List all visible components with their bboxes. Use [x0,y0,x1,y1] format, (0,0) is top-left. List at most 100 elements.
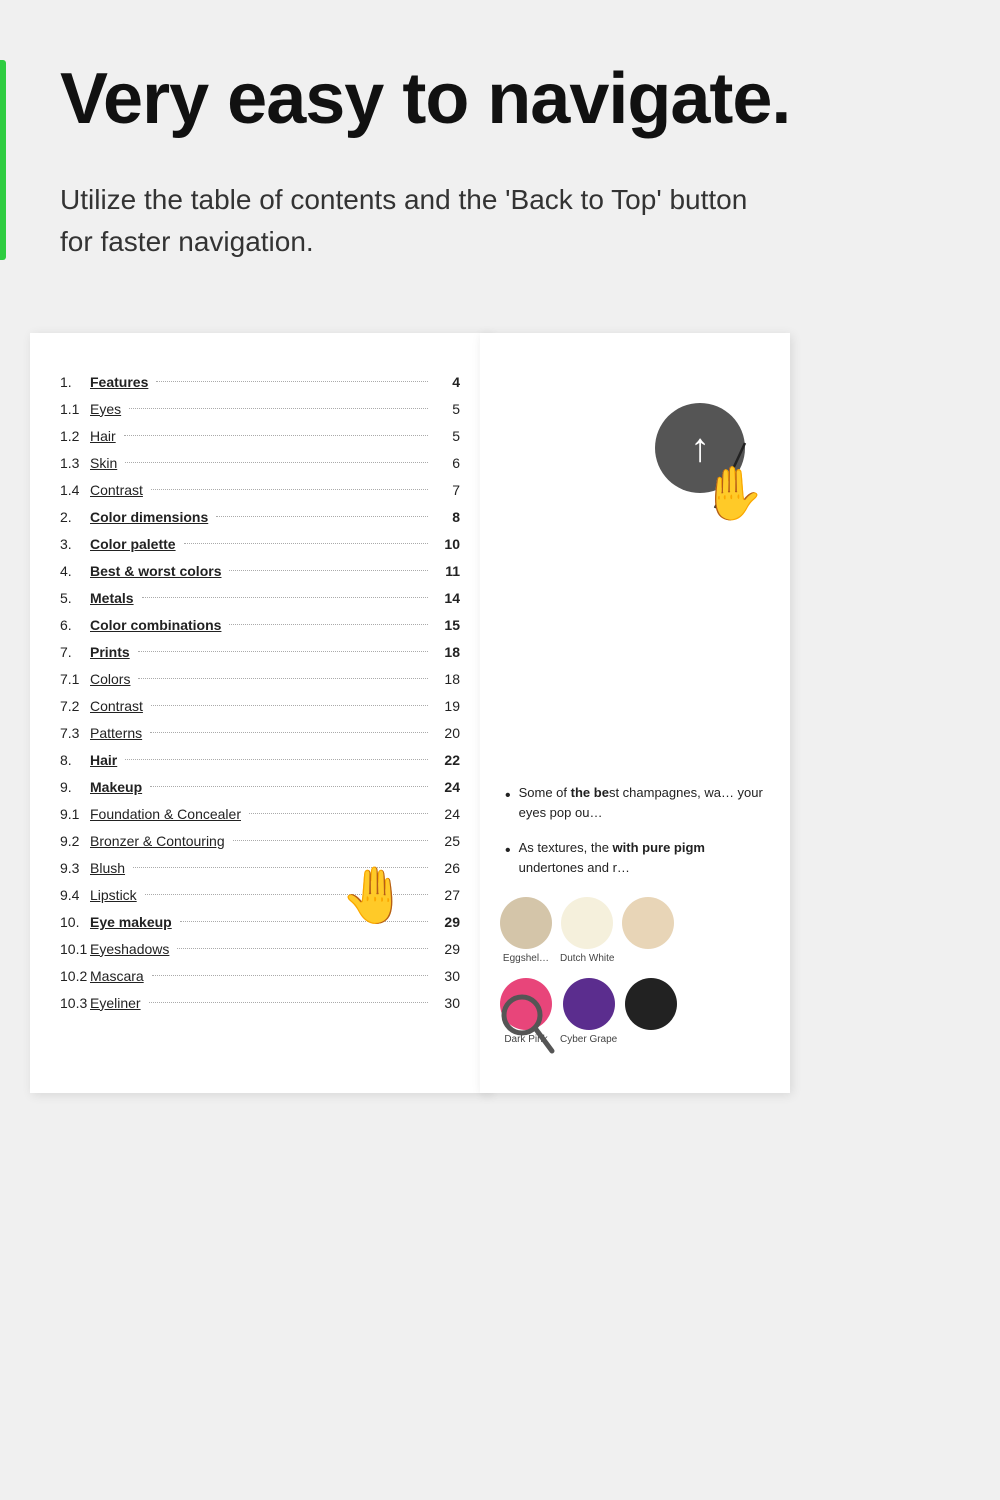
toc-title[interactable]: Color dimensions [90,509,208,525]
toc-page: 20 [436,725,460,741]
toc-title[interactable]: Features [90,374,148,390]
color-swatch [561,897,613,949]
toc-title[interactable]: Eyeshadows [90,941,169,957]
toc-row[interactable]: 10.1Eyeshadows 29 [60,935,460,962]
toc-page: 19 [436,698,460,714]
toc-row[interactable]: 7.1Colors18 [60,665,460,692]
bullet-dot-icon: • [505,784,511,822]
toc-dots [156,381,428,382]
toc-number: 3. [60,536,88,552]
toc-dots [177,948,428,949]
toc-title[interactable]: Skin [90,455,117,471]
toc-row[interactable]: 7.3Patterns20 [60,719,460,746]
toc-row[interactable]: 9.Makeup 24 [60,773,460,800]
panels-section: 1.Features41.1Eyes51.2Hair51.3Skin61.4Co… [0,293,1000,1123]
toc-page: 24 [436,779,460,795]
toc-row[interactable]: 10.2Mascara30 [60,962,460,989]
toc-number: 10.1 [60,941,88,957]
toc-title[interactable]: Blush [90,860,125,876]
toc-page: 24 [436,806,460,822]
toc-title[interactable]: Foundation & Concealer [90,806,241,822]
swatch-item: Eggshel… [500,897,552,964]
toc-row[interactable]: 5.Metals14 [60,584,460,611]
toc-title[interactable]: Mascara [90,968,144,984]
toc-dots [229,624,428,625]
toc-title[interactable]: Color palette [90,536,176,552]
toc-number: 9.2 [60,833,88,849]
toc-dots [129,408,428,409]
toc-page: 30 [436,995,460,1011]
toc-number: 1. [60,374,88,390]
toc-title[interactable]: Best & worst colors [90,563,221,579]
toc-row[interactable]: 6.Color combinations15 [60,611,460,638]
toc-title[interactable]: Eye makeup [90,914,172,930]
main-title: Very easy to navigate. [60,60,940,139]
toc-number: 1.3 [60,455,88,471]
toc-row[interactable]: 4.Best & worst colors11 [60,557,460,584]
toc-dots [138,651,428,652]
swatch-item: Dutch White [560,897,614,964]
toc-row[interactable]: 1.2Hair5 [60,422,460,449]
toc-row[interactable]: 1.3Skin6 [60,449,460,476]
toc-dots [125,462,428,463]
toc-title[interactable]: Bronzer & Contouring [90,833,225,849]
toc-row[interactable]: 1.1Eyes5 [60,395,460,422]
toc-page: 15 [436,617,460,633]
toc-title[interactable]: Color combinations [90,617,221,633]
toc-number: 1.4 [60,482,88,498]
hand-cursor-icon: 🤚 [700,463,765,524]
toc-title[interactable]: Metals [90,590,134,606]
toc-number: 7.1 [60,671,88,687]
toc-title[interactable]: Eyes [90,401,121,417]
toc-title[interactable]: Eyeliner [90,995,141,1011]
toc-row[interactable]: 1.Features4 [60,368,460,395]
toc-title[interactable]: Prints [90,644,130,660]
toc-number: 9. [60,779,88,795]
toc-page: 18 [436,644,460,660]
toc-row[interactable]: 3.Color palette10 [60,530,460,557]
bullet-text-2: As textures, the with pure pigm underton… [519,838,765,877]
toc-title[interactable]: Patterns [90,725,142,741]
toc-title[interactable]: Contrast [90,482,143,498]
color-swatch [622,897,674,949]
toc-title[interactable]: Hair [90,428,116,444]
toc-page: 26 [436,860,460,876]
toc-dots [124,435,428,436]
swatch-label: Dutch White [560,953,614,964]
toc-panel: 1.Features41.1Eyes51.2Hair51.3Skin61.4Co… [30,333,490,1093]
bullet-point-2: • As textures, the with pure pigm undert… [505,838,765,877]
toc-page: 27 [436,887,460,903]
bullet-dot-icon-2: • [505,839,511,877]
toc-number: 8. [60,752,88,768]
toc-page: 22 [436,752,460,768]
color-swatch [563,978,615,1030]
swatch-item [625,978,677,1045]
swatch-label: Eggshel… [503,953,549,964]
toc-row[interactable]: 7.2Contrast 19 [60,692,460,719]
swatch-label: Cyber Grape [560,1034,617,1045]
toc-row[interactable]: 10.3Eyeliner30 [60,989,460,1016]
toc-title[interactable]: Contrast [90,698,143,714]
toc-row[interactable]: 1.4Contrast7 [60,476,460,503]
swatch-item: Cyber Grape [560,978,617,1045]
toc-row[interactable]: 2.Color dimensions8 [60,503,460,530]
toc-row[interactable]: 9.2Bronzer & Contouring25 [60,827,460,854]
color-swatch [500,897,552,949]
toc-page: 29 [436,941,460,957]
toc-row[interactable]: 7.Prints 18 [60,638,460,665]
toc-number: 4. [60,563,88,579]
toc-row[interactable]: 8.Hair 22 [60,746,460,773]
toc-title[interactable]: Lipstick [90,887,137,903]
toc-row[interactable]: 9.1Foundation & Concealer24 [60,800,460,827]
hand-cursor-toc-icon: 🤚 [340,863,408,928]
toc-dots [233,840,428,841]
toc-title[interactable]: Colors [90,671,130,687]
toc-title[interactable]: Hair [90,752,117,768]
content-panel: ↑ 🤚 • Some of the best champagnes, wa… y… [480,333,790,1093]
header-section: Very easy to navigate. Utilize the table… [0,0,1000,293]
toc-dots [152,975,428,976]
toc-number: 7. [60,644,88,660]
toc-number: 9.3 [60,860,88,876]
toc-number: 7.2 [60,698,88,714]
toc-title[interactable]: Makeup [90,779,142,795]
